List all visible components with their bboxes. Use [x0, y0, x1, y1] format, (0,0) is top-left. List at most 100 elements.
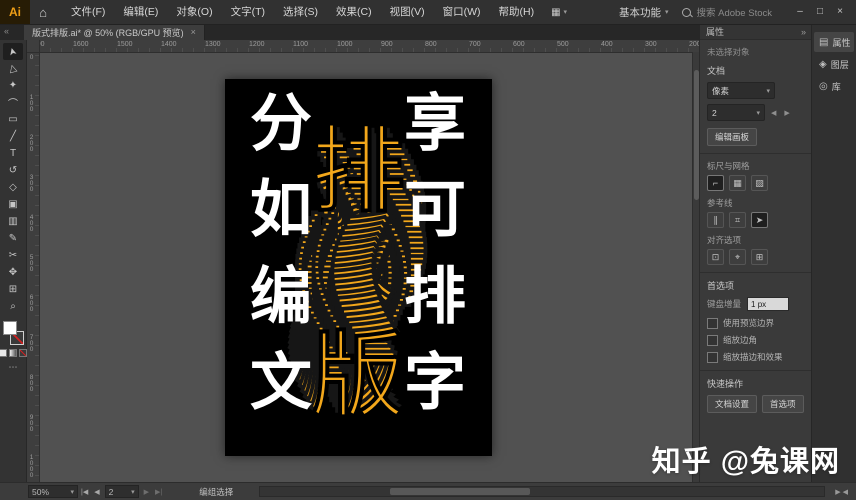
menu-item-7[interactable]: 窗口(W): [434, 0, 490, 24]
fill-swatch[interactable]: [3, 321, 17, 335]
properties-icon: ▤: [819, 37, 828, 48]
arrange-documents-icon: ▦: [551, 7, 560, 18]
dock-properties[interactable]: ▤属性: [814, 32, 854, 52]
hand-tool-icon[interactable]: ✥: [3, 264, 23, 281]
close-tab-icon[interactable]: ×: [191, 27, 196, 37]
previous-artboard-icon[interactable]: ◀: [771, 109, 778, 117]
snap-options: ⊡ ⌖ ⊞: [707, 249, 805, 265]
checkbox-2[interactable]: [707, 352, 718, 363]
dock-layers[interactable]: ◈图层: [814, 54, 854, 74]
ruler-tick: 800: [28, 374, 35, 392]
document-tab[interactable]: 版式排版.ai* @ 50% (RGB/GPU 预览) ×: [24, 24, 205, 40]
keyboard-increment-label: 键盘增量: [707, 298, 741, 310]
checkbox-0[interactable]: [707, 318, 718, 329]
chevron-down-icon: ▾: [564, 8, 568, 16]
edit-toolbar-icon[interactable]: ⋯: [9, 362, 18, 373]
magic-wand-tool-icon[interactable]: ✦: [3, 77, 23, 94]
scale-tool-icon[interactable]: ◇: [3, 179, 23, 196]
zoom-level-value: 50%: [32, 487, 49, 497]
collapse-panels-icon[interactable]: «: [4, 26, 9, 36]
tab-properties[interactable]: 属性: [706, 25, 724, 38]
canvas[interactable]: 排排排排排排排排排排排排排排排排排排排排排排版版版版版版版版版版版版版版版版版版…: [39, 52, 692, 483]
corner-ruler-icon[interactable]: ⌐: [707, 175, 724, 191]
dock-label: 库: [832, 80, 841, 93]
horizontal-scrollbar[interactable]: [259, 486, 825, 497]
zoom-level-dropdown[interactable]: 50% ▾: [28, 485, 78, 498]
menu-item-1[interactable]: 编辑(E): [114, 0, 167, 24]
stock-search-input[interactable]: 搜索 Adobe Stock: [682, 5, 772, 19]
artboard-nav-dropdown[interactable]: 2 ▾: [105, 485, 139, 498]
snap-to-grid-icon[interactable]: ⊞: [751, 249, 768, 265]
workspace-switcher[interactable]: 基本功能 ▾: [619, 5, 669, 20]
guides-label: 参考线: [707, 197, 805, 209]
libraries-icon: ◎: [819, 81, 828, 92]
chevron-down-icon: ▾: [665, 8, 669, 16]
menu-item-4[interactable]: 选择(S): [274, 0, 327, 24]
poster-char-right: 字: [404, 346, 466, 419]
snap-to-point-icon[interactable]: ⌖: [729, 249, 746, 265]
direct-selection-tool-icon[interactable]: ▷: [3, 60, 23, 77]
poster-artwork: 排排排排排排排排排排排排排排排排排排排排排排版版版版版版版版版版版版版版版版版版…: [225, 79, 492, 456]
show-guides-icon[interactable]: ∥: [707, 212, 724, 228]
checkbox-1[interactable]: [707, 335, 718, 346]
window-controls: – □ ×: [790, 0, 850, 24]
gradient-mode-icon[interactable]: [9, 349, 17, 357]
edit-artboards-button[interactable]: 编辑画板: [707, 128, 757, 146]
line-segment-tool-icon[interactable]: ╱: [3, 128, 23, 145]
next-artboard-icon[interactable]: ▶: [784, 109, 791, 117]
units-dropdown[interactable]: 像素 ▾: [707, 82, 775, 99]
menu-item-5[interactable]: 效果(C): [327, 0, 381, 24]
close-button[interactable]: ×: [830, 0, 850, 24]
menu-item-3[interactable]: 文字(T): [222, 0, 274, 24]
next-artboard-icon[interactable]: ▶: [144, 488, 149, 496]
gradient-tool-icon[interactable]: ▥: [3, 213, 23, 230]
minimize-button[interactable]: –: [790, 0, 810, 24]
artboard-tool-icon[interactable]: ⊞: [3, 281, 23, 298]
shape-builder-tool-icon[interactable]: ▣: [3, 196, 23, 213]
horizontal-scrollbar-thumb[interactable]: [390, 488, 530, 495]
lasso-tool-icon[interactable]: ⌒: [3, 94, 23, 111]
none-mode-icon[interactable]: [19, 349, 27, 357]
menu-item-2[interactable]: 对象(O): [167, 0, 221, 24]
fill-stroke-swatches[interactable]: [2, 321, 24, 345]
zoom-tool-icon[interactable]: ⌕: [3, 298, 23, 315]
watermark: 知乎 @兔课网: [652, 438, 840, 480]
ruler-tick: 1300: [205, 41, 221, 48]
selection-tool-icon[interactable]: ➤: [3, 43, 23, 60]
dock-libraries[interactable]: ◎库: [814, 76, 854, 96]
last-artboard-icon[interactable]: ▶|: [155, 488, 162, 496]
collapse-panel-icon[interactable]: »: [801, 27, 806, 37]
rectangle-tool-icon[interactable]: ▭: [3, 111, 23, 128]
paint-mode-row: [0, 349, 27, 357]
rotate-tool-icon[interactable]: ↺: [3, 162, 23, 179]
ruler-tick: 1500: [117, 41, 133, 48]
menu-item-0[interactable]: 文件(F): [62, 0, 114, 24]
scroll-right-icon[interactable]: ▶ ◀: [835, 488, 848, 496]
ruler-tick: 300: [645, 41, 657, 48]
type-tool-icon[interactable]: T: [3, 145, 23, 162]
arrange-documents-button[interactable]: ▦ ▾: [551, 7, 567, 18]
grid-icon[interactable]: ▦: [729, 175, 746, 191]
snap-to-pixel-icon[interactable]: ⊡: [707, 249, 724, 265]
artboard-dropdown[interactable]: 2 ▾: [707, 104, 765, 121]
poster-artboard[interactable]: 排排排排排排排排排排排排排排排排排排排排排排版版版版版版版版版版版版版版版版版版…: [225, 79, 492, 456]
document-setup-button[interactable]: 文档设置: [707, 395, 757, 413]
first-artboard-icon[interactable]: |◀: [81, 488, 88, 496]
app-bar: Ai ⌂ 文件(F)编辑(E)对象(O)文字(T)选择(S)效果(C)视图(V)…: [0, 0, 856, 25]
vertical-ruler: 01002003004005006007008009001000: [26, 52, 40, 483]
keyboard-increment-field[interactable]: 1 px: [747, 297, 789, 311]
transparency-grid-icon[interactable]: ▨: [751, 175, 768, 191]
home-icon[interactable]: ⌂: [30, 5, 56, 20]
layers-icon: ◈: [819, 59, 827, 70]
pencil-tool-icon[interactable]: ✎: [3, 230, 23, 247]
menu-item-8[interactable]: 帮助(H): [490, 0, 544, 24]
menu-item-6[interactable]: 视图(V): [381, 0, 434, 24]
previous-artboard-icon[interactable]: ◀: [94, 488, 99, 496]
smart-guides-icon[interactable]: ➤: [751, 212, 768, 228]
scissors-tool-icon[interactable]: ✂: [3, 247, 23, 264]
preferences-button[interactable]: 首选项: [762, 395, 804, 413]
horizontal-ruler: 1700160015001400130012001100100090080070…: [26, 40, 700, 53]
lock-guides-icon[interactable]: ⌗: [729, 212, 746, 228]
color-mode-icon[interactable]: [0, 349, 7, 357]
maximize-button[interactable]: □: [810, 0, 830, 24]
